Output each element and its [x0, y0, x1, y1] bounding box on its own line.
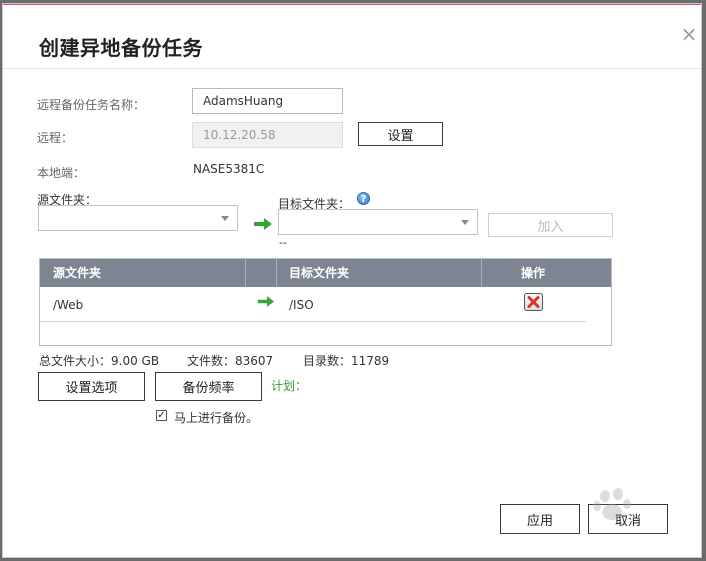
row-target-folder: /ISO	[289, 298, 314, 312]
options-button[interactable]: 设置选项	[38, 372, 145, 401]
row-divider	[40, 321, 586, 322]
column-header-target: 目标文件夹	[289, 266, 350, 280]
add-button[interactable]: 加入	[488, 213, 613, 237]
column-divider	[245, 259, 246, 287]
watermark-paw-icon	[593, 488, 631, 520]
row-source-folder: /Web	[53, 298, 84, 312]
dialog-top-border	[3, 4, 701, 5]
create-remote-backup-dialog: 创建异地备份任务 × 远程备份任务名称： 远程： 设置 本地端： NASE538…	[2, 3, 702, 558]
remote-settings-button[interactable]: 设置	[358, 122, 443, 146]
arrow-right-icon	[254, 218, 272, 230]
file-count-text: 文件数：83607	[187, 354, 274, 368]
total-size-text: 总文件大小：9.00 GB	[39, 354, 160, 368]
backup-now-label: 马上进行备份。	[174, 411, 259, 425]
column-divider	[481, 259, 482, 287]
target-folder-note: --	[279, 236, 287, 249]
column-header-source: 源文件夹	[53, 266, 102, 280]
chevron-down-icon	[221, 216, 229, 221]
local-device-name: NASE5381C	[193, 162, 265, 176]
source-folder-select[interactable]	[38, 205, 238, 231]
delete-x-icon	[527, 296, 540, 308]
task-name-input[interactable]	[192, 88, 343, 114]
title-divider	[3, 68, 701, 69]
target-folder-select[interactable]	[278, 209, 478, 235]
remote-host-input	[192, 122, 343, 148]
chevron-down-icon	[461, 220, 469, 225]
task-name-label: 远程备份任务名称：	[37, 98, 146, 112]
local-label: 本地端：	[37, 166, 86, 180]
schedule-label: 计划：	[271, 379, 308, 393]
delete-row-button[interactable]	[524, 293, 543, 311]
table-header: 源文件夹 目标文件夹 操作	[40, 259, 611, 287]
backup-frequency-button[interactable]: 备份频率	[155, 372, 262, 401]
arrow-right-icon	[257, 296, 275, 307]
column-divider	[276, 259, 277, 287]
dir-count-text: 目录数：11789	[303, 354, 390, 368]
column-header-action: 操作	[521, 266, 546, 280]
backup-pairs-table: 源文件夹 目标文件夹 操作 /Web /ISO	[39, 258, 612, 346]
close-icon[interactable]: ×	[679, 24, 699, 44]
help-icon[interactable]: ?	[357, 192, 370, 205]
remote-label: 远程：	[37, 131, 74, 145]
backup-now-checkbox[interactable]: ✓	[156, 410, 167, 421]
dialog-title: 创建异地备份任务	[39, 36, 203, 60]
